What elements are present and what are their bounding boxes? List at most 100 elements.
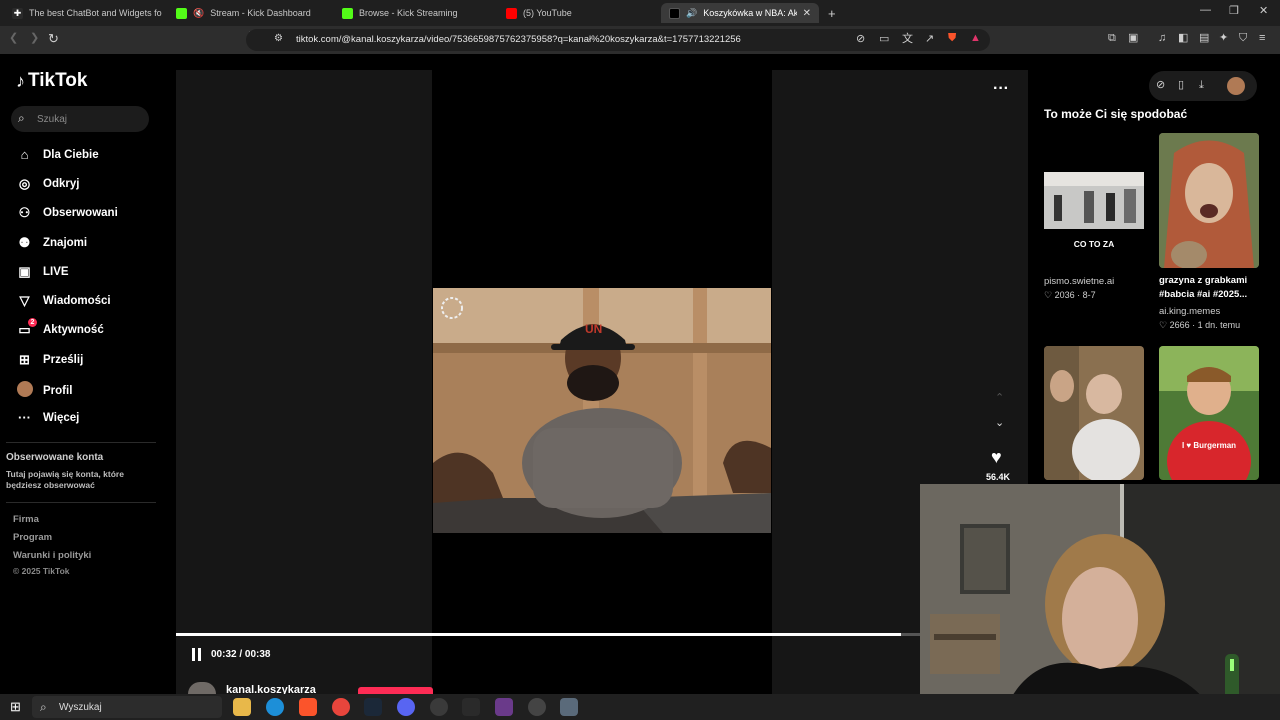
reco-author-1[interactable]: pismo.swietne.ai bbox=[1044, 276, 1114, 287]
reco-thumb-3[interactable] bbox=[1044, 346, 1144, 480]
back-icon[interactable]: ❮ bbox=[9, 33, 18, 44]
browser-tab-active[interactable]: 🔊 Koszykówka w NBA: Aktualno ✕ bbox=[661, 3, 819, 23]
cast-icon[interactable]: ▭ bbox=[879, 34, 889, 45]
nav-label: Dla Ciebie bbox=[43, 148, 99, 161]
reco-title-2[interactable]: grazyna z grabkami #babcia #ai #2025... bbox=[1159, 274, 1263, 302]
footer-link-program[interactable]: Program bbox=[13, 532, 52, 543]
divider bbox=[6, 502, 156, 503]
thumb-image bbox=[1159, 346, 1259, 480]
chrome-icon[interactable] bbox=[332, 698, 350, 716]
followed-title: Obserwowane konta bbox=[6, 452, 104, 463]
extensions-icon[interactable]: ⧉ bbox=[1108, 33, 1116, 44]
close-tab-icon[interactable]: ✕ bbox=[803, 8, 811, 19]
brave-icon[interactable] bbox=[299, 698, 317, 716]
nav-label: Aktywność bbox=[43, 324, 104, 336]
browser-tab[interactable]: (5) YouTube bbox=[498, 3, 658, 23]
discord-icon[interactable] bbox=[397, 698, 415, 716]
streaming-app-icon[interactable] bbox=[495, 698, 513, 716]
tab-label: Koszykówka w NBA: Aktualno bbox=[703, 8, 797, 18]
reco-thumb-1[interactable]: CO TO ZA bbox=[1044, 133, 1144, 268]
download-icon[interactable]: ⤓ bbox=[1199, 80, 1204, 91]
previous-video-icon[interactable]: ⌃ bbox=[995, 393, 1004, 404]
footer-link-firma[interactable]: Firma bbox=[13, 514, 39, 525]
new-tab-icon[interactable]: + bbox=[828, 7, 836, 20]
nav-item-aktywnosc[interactable]: ▭ 2 Aktywność bbox=[16, 318, 104, 338]
steam-icon[interactable] bbox=[364, 698, 382, 716]
sidebar-toggle-icon[interactable]: ◧ bbox=[1178, 33, 1188, 44]
file-explorer-icon[interactable] bbox=[233, 698, 251, 716]
next-video-icon[interactable]: ⌄ bbox=[995, 418, 1004, 429]
translate-icon[interactable]: 文 bbox=[902, 34, 913, 45]
like-heart-icon[interactable]: ♥ bbox=[991, 448, 1002, 466]
edge-icon[interactable] bbox=[266, 698, 284, 716]
brave-rewards-icon[interactable]: ▲ bbox=[970, 33, 981, 44]
reco-date-2: 1 dn. temu bbox=[1197, 320, 1241, 330]
divider bbox=[6, 442, 156, 443]
nav-item-odkryj[interactable]: ◎ Odkryj bbox=[16, 176, 80, 192]
webcam-image bbox=[920, 484, 1280, 720]
obs-icon[interactable] bbox=[430, 698, 448, 716]
reco-thumb-2[interactable] bbox=[1159, 133, 1259, 268]
author-name[interactable]: kanal.koszykarza bbox=[226, 684, 346, 694]
nav-label: Profil bbox=[43, 384, 73, 397]
url-field[interactable]: ⚙ tiktok.com/@kanal.koszykarza/video/753… bbox=[246, 29, 990, 51]
nav-item-przeslij[interactable]: ⊞ Prześlij bbox=[16, 352, 83, 368]
nav-item-wiadomosci[interactable]: ▽ Wiadomości bbox=[16, 293, 111, 309]
music-icon[interactable]: ♫ bbox=[1158, 33, 1166, 44]
nav-item-znajomi[interactable]: ⚉ Znajomi bbox=[16, 235, 87, 251]
windows-taskbar: ⊞ ⌕ Wyszukaj bbox=[0, 694, 1280, 720]
thumb-image bbox=[1159, 133, 1259, 268]
reco-thumb-4[interactable]: I ♥ Burgerman bbox=[1159, 346, 1259, 480]
tiktok-icon bbox=[669, 7, 680, 19]
nav-label: Obserwowani bbox=[43, 207, 118, 219]
wallet-icon[interactable]: ▤ bbox=[1199, 33, 1209, 44]
video-frame[interactable]: UN bbox=[433, 288, 771, 533]
search-input[interactable]: ⌕ Szukaj bbox=[11, 106, 149, 132]
profile-avatar[interactable] bbox=[1227, 77, 1245, 95]
app-icon[interactable] bbox=[560, 698, 578, 716]
kick-app-icon[interactable] bbox=[462, 698, 480, 716]
nav-item-profil[interactable]: Profil bbox=[16, 381, 72, 400]
more-options-icon[interactable]: ··· bbox=[993, 81, 1009, 97]
coins-icon[interactable]: ⊘ bbox=[1156, 80, 1165, 91]
pause-icon[interactable] bbox=[191, 648, 203, 661]
cap-logo: UN bbox=[585, 322, 602, 336]
copyright: © 2025 TikTok bbox=[13, 566, 70, 576]
tiktok-logo[interactable]: ♪ TikTok bbox=[16, 70, 87, 92]
search-icon: ⌕ bbox=[40, 700, 47, 714]
reco-author-2[interactable]: ai.king.memes bbox=[1159, 306, 1220, 317]
nav-label: Prześlij bbox=[43, 354, 84, 366]
kick-icon bbox=[176, 7, 187, 19]
follow-button[interactable] bbox=[358, 687, 433, 694]
footer-link-terms[interactable]: Warunki i polityki bbox=[13, 550, 91, 561]
site-settings-icon[interactable]: ⚙ bbox=[274, 34, 283, 44]
messages-icon: ▽ bbox=[19, 293, 30, 308]
menu-icon[interactable]: ≡ bbox=[1259, 33, 1265, 44]
nav-item-wiecej[interactable]: ··· Więcej bbox=[16, 410, 79, 425]
browser-tab[interactable]: ✚ The best ChatBot and Widgets for Ki bbox=[4, 3, 162, 23]
share-icon[interactable]: ↗ bbox=[925, 34, 934, 45]
forward-icon[interactable]: ❯ bbox=[30, 33, 39, 44]
no-tracking-icon[interactable]: ⊘ bbox=[856, 34, 865, 45]
close-window-icon[interactable]: ✕ bbox=[1259, 4, 1268, 17]
leo-ai-icon[interactable]: ✦ bbox=[1219, 33, 1228, 44]
search-placeholder: Szukaj bbox=[37, 114, 68, 125]
more-icon: ··· bbox=[18, 410, 31, 425]
browser-tab[interactable]: 🔇 Stream - Kick Dashboard bbox=[168, 3, 328, 23]
reload-icon[interactable]: ↻ bbox=[48, 32, 59, 45]
minimize-icon[interactable]: — bbox=[1200, 4, 1211, 16]
vpn-icon[interactable]: ⛉ bbox=[1239, 33, 1247, 44]
device-icon[interactable]: ▯ bbox=[1178, 80, 1184, 91]
settings-icon[interactable] bbox=[528, 698, 546, 716]
nav-item-dla-ciebie[interactable]: ⌂ Dla Ciebie bbox=[16, 147, 99, 162]
windows-start-icon[interactable]: ⊞ bbox=[10, 700, 21, 713]
nav-item-obserwowani[interactable]: ⚇ Obserwowani bbox=[16, 205, 118, 221]
screenshot-icon[interactable]: ▣ bbox=[1128, 33, 1138, 44]
brave-shield-icon[interactable]: ⛊ bbox=[948, 33, 956, 44]
taskbar-search[interactable]: ⌕ Wyszukaj bbox=[32, 696, 222, 718]
restore-icon[interactable]: ❐ bbox=[1229, 4, 1239, 17]
browser-tab[interactable]: Browse - Kick Streaming bbox=[334, 3, 494, 23]
logo-text: TikTok bbox=[28, 70, 88, 91]
nav-label: Wiadomości bbox=[43, 295, 111, 307]
nav-item-live[interactable]: ▣ LIVE bbox=[16, 264, 68, 280]
